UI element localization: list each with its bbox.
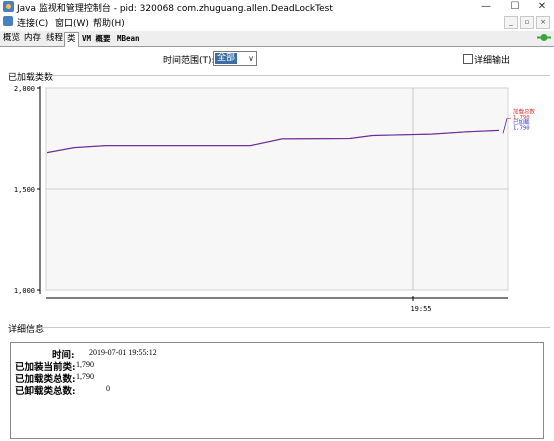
maximize-button[interactable]: ☐ [503,0,527,14]
menu-connection[interactable]: 连接(C) [17,16,48,29]
tab-vm-summary[interactable]: VM 概要 [80,32,113,45]
section-divider [40,327,550,328]
section-divider [47,75,550,76]
inner-restore-button[interactable]: ▫ [520,16,534,29]
legend-text: 1,790 [513,126,530,132]
details-total-unloaded-value: 0 [106,384,110,393]
inner-minimize-button[interactable]: _ [504,16,518,29]
verbose-output-label: 详细输出 [474,56,511,66]
details-time-value: 2019-07-01 19:55:12 [89,348,157,357]
java-menu-icon [3,16,13,26]
window-title: Java 监视和管理控制台 - pid: 320068 com.zhuguang… [17,4,333,14]
inner-close-button[interactable]: × [536,16,550,29]
verbose-output-checkbox[interactable] [463,54,473,64]
time-range-select[interactable]: 全部 ∨ [213,51,257,66]
details-current-classes-value: 1,790 [76,360,94,369]
details-total-loaded-value: 1,790 [76,372,94,381]
time-range-label: 时间范围(T): [163,56,215,66]
tab-overview[interactable]: 概览 [1,32,22,45]
tab-threads[interactable]: 线程 [44,32,65,45]
y-tick-label: 1,000 [14,287,35,295]
tab-classes[interactable]: 类 [64,32,79,47]
chevron-down-icon: ∨ [248,54,254,63]
close-button[interactable]: ✕ [530,0,554,14]
x-tick-label: 19:55 [410,305,431,313]
details-total-unloaded-label: 已卸载类总数: [15,386,76,397]
menu-help[interactable]: 帮助(H) [93,16,125,29]
tab-mbean[interactable]: MBean [115,32,142,45]
time-range-value: 全部 [215,53,238,64]
java-app-icon [3,1,14,12]
details-section-title: 详细信息 [8,325,45,335]
loaded-classes-chart: 1,0001,5002,00019:55加载总数1,790已加载1,790 [14,85,536,313]
minimize-button[interactable]: — [474,0,498,14]
menu-window[interactable]: 窗口(W) [55,16,89,29]
y-tick-label: 2,000 [14,85,35,93]
y-tick-label: 1,500 [14,186,35,194]
tab-memory[interactable]: 内存 [22,32,43,45]
connection-status-icon[interactable] [537,33,551,42]
